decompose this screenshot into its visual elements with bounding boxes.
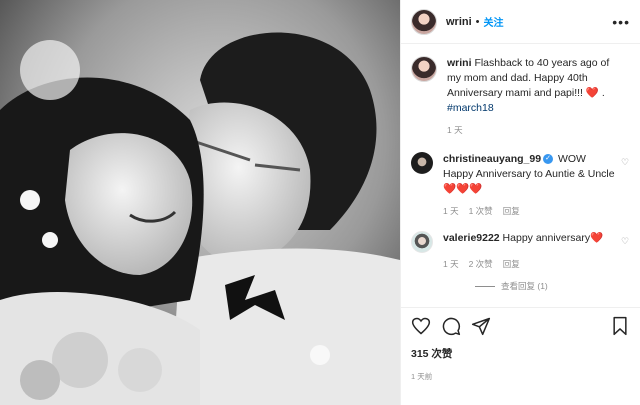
- verified-badge-icon: ✓: [543, 154, 554, 165]
- separator-dot: •: [475, 15, 480, 28]
- comment-likes[interactable]: 1 次赞: [469, 205, 493, 217]
- comment-text: christineauyang_99 ✓ WOW Happy Anniversar…: [443, 152, 616, 197]
- hashtag-link[interactable]: #march18: [447, 102, 494, 114]
- comment-meta: 1 天 1 次赞 回复: [443, 205, 616, 217]
- avatar[interactable]: [411, 8, 437, 35]
- reply-button[interactable]: 回复: [503, 205, 520, 217]
- comment-body: valerie9222 Happy anniversary❤️ 1 天 2 次赞…: [443, 231, 630, 270]
- caption-time[interactable]: 1 天: [447, 124, 463, 136]
- comment-text: valerie9222 Happy anniversary❤️: [443, 231, 616, 246]
- comment-icon[interactable]: [441, 316, 461, 336]
- caption-body: wrini Flashback to 40 years ago of my mo…: [447, 56, 630, 136]
- action-icons: [411, 314, 630, 338]
- posted-time[interactable]: 1 天前: [411, 371, 630, 382]
- caption-meta: 1 天: [447, 124, 616, 136]
- avatar[interactable]: [411, 231, 433, 253]
- more-options-icon[interactable]: •••: [612, 15, 630, 29]
- avatar[interactable]: [411, 56, 437, 82]
- view-replies-button[interactable]: 查看回复 (1): [475, 280, 630, 292]
- author-username[interactable]: wrini: [446, 16, 472, 28]
- comments-list: wrini Flashback to 40 years ago of my mo…: [401, 44, 640, 307]
- bookmark-icon[interactable]: [610, 316, 630, 336]
- comment-username[interactable]: valerie9222: [443, 232, 500, 244]
- follow-button[interactable]: 关注: [484, 14, 504, 29]
- post-photo[interactable]: [0, 0, 400, 405]
- comment-message: Happy anniversary: [499, 232, 591, 244]
- heart-emoji: ❤️: [585, 87, 599, 99]
- wedding-photo-image: [0, 0, 400, 405]
- heart-emojis: ❤️: [590, 232, 604, 244]
- comment-time[interactable]: 1 天: [443, 205, 459, 217]
- caption: wrini Flashback to 40 years ago of my mo…: [411, 56, 630, 136]
- heart-emojis: ❤️❤️❤️: [443, 183, 483, 195]
- comment-meta: 1 天 2 次赞 回复: [443, 258, 616, 270]
- post-sidebar: wrini • 关注 ••• wrini Flashback to 40 yea…: [400, 0, 640, 405]
- like-comment-heart-icon[interactable]: ♡: [621, 158, 630, 167]
- comment-body: christineauyang_99 ✓ WOW Happy Anniversar…: [443, 152, 630, 217]
- comment-time[interactable]: 1 天: [443, 258, 459, 270]
- instagram-post: wrini • 关注 ••• wrini Flashback to 40 yea…: [0, 0, 640, 405]
- comment-item: valerie9222 Happy anniversary❤️ 1 天 2 次赞…: [411, 231, 630, 270]
- share-icon[interactable]: [471, 316, 491, 336]
- replies-line: [475, 285, 495, 287]
- comment-item: christineauyang_99 ✓ WOW Happy Anniversar…: [411, 152, 630, 217]
- caption-text: wrini Flashback to 40 years ago of my mo…: [447, 56, 616, 116]
- caption-after: .: [598, 87, 605, 99]
- comment-likes[interactable]: 2 次赞: [469, 258, 493, 270]
- caption-username[interactable]: wrini: [447, 57, 472, 69]
- heart-icon[interactable]: [411, 316, 431, 336]
- likes-count[interactable]: 315 次赞: [411, 346, 630, 361]
- like-comment-heart-icon[interactable]: ♡: [621, 237, 630, 246]
- post-actions: 315 次赞 1 天前: [401, 307, 640, 405]
- reply-button[interactable]: 回复: [503, 258, 520, 270]
- comment-username[interactable]: christineauyang_99: [443, 153, 541, 165]
- avatar[interactable]: [411, 152, 433, 174]
- post-header: wrini • 关注 •••: [401, 0, 640, 44]
- view-replies-label: 查看回复 (1): [501, 281, 548, 291]
